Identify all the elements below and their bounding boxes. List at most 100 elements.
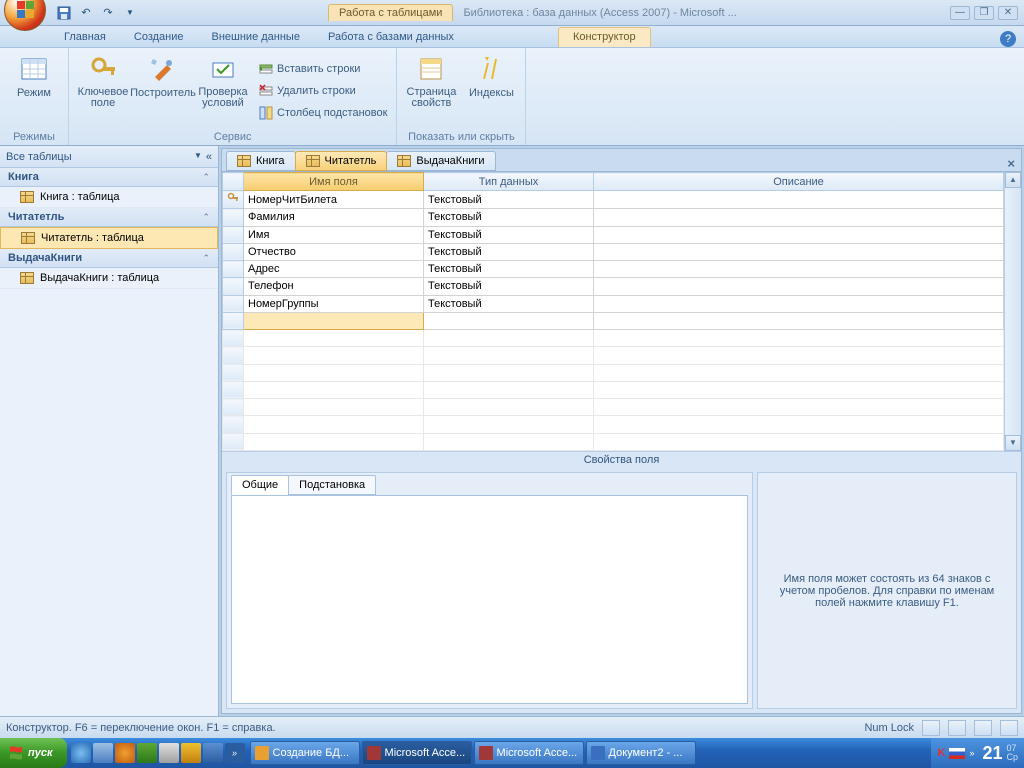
props-tab-general[interactable]: Общие bbox=[231, 475, 289, 495]
tab-database-tools[interactable]: Работа с базами данных bbox=[314, 28, 468, 47]
clock[interactable]: 21 bbox=[982, 743, 1002, 764]
cell-description[interactable] bbox=[594, 226, 1004, 243]
taskbar-item[interactable]: Создание БД... bbox=[250, 741, 360, 765]
navgroup-chitatel[interactable]: Читатетль⌃ bbox=[0, 208, 218, 227]
view-datasheet-button[interactable] bbox=[922, 720, 940, 736]
view-chart-button[interactable] bbox=[974, 720, 992, 736]
row-selector[interactable] bbox=[223, 209, 244, 226]
ql-app2-icon[interactable] bbox=[159, 743, 179, 763]
insert-rows-button[interactable]: Вставить строки bbox=[255, 58, 390, 80]
lookup-column-button[interactable]: Столбец подстановок bbox=[255, 102, 390, 124]
doc-tab-vydacha[interactable]: ВыдачаКниги bbox=[386, 151, 495, 171]
doc-tab-chitatel[interactable]: Читатетль bbox=[295, 151, 388, 171]
ql-desktop-icon[interactable] bbox=[93, 743, 113, 763]
ql-more-icon[interactable]: » bbox=[225, 743, 245, 763]
undo-icon[interactable]: ↶ bbox=[78, 5, 94, 21]
delete-rows-button[interactable]: Удалить строки bbox=[255, 80, 390, 102]
cell-data-type[interactable]: Текстовый bbox=[424, 243, 594, 260]
save-icon[interactable] bbox=[56, 5, 72, 21]
taskbar-item[interactable]: Документ2 - ... bbox=[586, 741, 696, 765]
table-row[interactable]: ИмяТекстовый bbox=[223, 226, 1004, 243]
vertical-scrollbar[interactable]: ▲ ▼ bbox=[1004, 172, 1021, 451]
props-panel[interactable] bbox=[231, 495, 748, 704]
cell-description[interactable] bbox=[594, 295, 1004, 312]
empty-row[interactable] bbox=[223, 433, 1004, 450]
row-selector[interactable] bbox=[223, 261, 244, 278]
tab-design[interactable]: Конструктор bbox=[558, 27, 651, 47]
table-row[interactable]: ФамилияТекстовый bbox=[223, 209, 1004, 226]
cell-field-name[interactable]: НомерГруппы bbox=[244, 295, 424, 312]
ql-media-icon[interactable] bbox=[115, 743, 135, 763]
scroll-down-icon[interactable]: ▼ bbox=[1005, 435, 1021, 451]
taskbar-item[interactable]: Microsoft Acce... bbox=[362, 741, 472, 765]
navpane-dropdown-icon[interactable]: ▼ bbox=[194, 151, 202, 163]
empty-row[interactable] bbox=[223, 364, 1004, 381]
close-button[interactable]: ✕ bbox=[998, 6, 1018, 20]
cell-description[interactable] bbox=[594, 278, 1004, 295]
row-selector[interactable] bbox=[223, 226, 244, 243]
cell-data-type[interactable]: Текстовый bbox=[424, 278, 594, 295]
doc-close-button[interactable]: × bbox=[1007, 156, 1015, 171]
taskbar-item[interactable]: Microsoft Acce... bbox=[474, 741, 584, 765]
tray-more-icon[interactable]: » bbox=[969, 748, 974, 758]
property-sheet-button[interactable]: Страница свойств bbox=[403, 51, 459, 131]
restore-button[interactable]: ❐ bbox=[974, 6, 994, 20]
cell-field-name[interactable]: Телефон bbox=[244, 278, 424, 295]
design-grid[interactable]: Имя поля Тип данных Описание НомерЧитБил… bbox=[222, 172, 1004, 451]
cell-description[interactable] bbox=[594, 209, 1004, 226]
cell-description[interactable] bbox=[594, 191, 1004, 209]
ql-word-icon[interactable] bbox=[203, 743, 223, 763]
table-row[interactable]: АдресТекстовый bbox=[223, 261, 1004, 278]
scroll-up-icon[interactable]: ▲ bbox=[1005, 172, 1021, 188]
test-rules-button[interactable]: Проверка условий bbox=[195, 51, 251, 131]
row-selector-header[interactable] bbox=[223, 173, 244, 191]
navpane-header[interactable]: Все таблицы ▼« bbox=[0, 146, 218, 168]
cell-field-name[interactable]: Отчество bbox=[244, 243, 424, 260]
redo-icon[interactable]: ↷ bbox=[100, 5, 116, 21]
system-tray[interactable]: K » 21 07 Ср bbox=[931, 738, 1024, 768]
minimize-button[interactable]: — bbox=[950, 6, 970, 20]
row-selector[interactable] bbox=[223, 278, 244, 295]
cell-description[interactable] bbox=[594, 261, 1004, 278]
cell-field-name[interactable]: Имя bbox=[244, 226, 424, 243]
navitem-kniga-table[interactable]: Книга : таблица bbox=[0, 187, 218, 208]
cell-data-type[interactable]: Текстовый bbox=[424, 209, 594, 226]
table-row[interactable]: НомерГруппыТекстовый bbox=[223, 295, 1004, 312]
primary-key-button[interactable]: Ключевое поле bbox=[75, 51, 131, 131]
view-design-button[interactable] bbox=[1000, 720, 1018, 736]
cell-data-type[interactable]: Текстовый bbox=[424, 261, 594, 278]
tab-create[interactable]: Создание bbox=[120, 28, 198, 47]
tab-external-data[interactable]: Внешние данные bbox=[198, 28, 314, 47]
cell-data-type[interactable]: Текстовый bbox=[424, 295, 594, 312]
cell-field-name[interactable]: НомерЧитБилета bbox=[244, 191, 424, 209]
col-description[interactable]: Описание bbox=[594, 173, 1004, 191]
navgroup-vydacha[interactable]: ВыдачаКниги⌃ bbox=[0, 249, 218, 268]
empty-row[interactable] bbox=[223, 416, 1004, 433]
cell-field-name[interactable]: Адрес bbox=[244, 261, 424, 278]
navpane-collapse-icon[interactable]: « bbox=[206, 151, 212, 163]
navitem-chitatel-table[interactable]: Читатетль : таблица bbox=[0, 227, 218, 249]
tab-home[interactable]: Главная bbox=[50, 28, 120, 47]
cell-data-type[interactable]: Текстовый bbox=[424, 191, 594, 209]
builder-button[interactable]: Построитель bbox=[135, 51, 191, 131]
help-icon[interactable]: ? bbox=[1000, 31, 1016, 47]
row-selector[interactable] bbox=[223, 243, 244, 260]
navgroup-kniga[interactable]: Книга⌃ bbox=[0, 168, 218, 187]
table-row[interactable]: ОтчествоТекстовый bbox=[223, 243, 1004, 260]
tray-lang-icon[interactable] bbox=[949, 748, 965, 759]
row-selector[interactable] bbox=[223, 295, 244, 312]
start-button[interactable]: пуск bbox=[0, 738, 67, 768]
col-field-name[interactable]: Имя поля bbox=[244, 173, 424, 191]
empty-row[interactable] bbox=[223, 381, 1004, 398]
view-button[interactable]: Режим bbox=[6, 51, 62, 131]
table-row[interactable]: ТелефонТекстовый bbox=[223, 278, 1004, 295]
indexes-button[interactable]: Индексы bbox=[463, 51, 519, 131]
navitem-vydacha-table[interactable]: ВыдачаКниги : таблица bbox=[0, 268, 218, 289]
view-pivot-button[interactable] bbox=[948, 720, 966, 736]
new-row[interactable] bbox=[223, 312, 1004, 329]
table-row[interactable]: НомерЧитБилетаТекстовый bbox=[223, 191, 1004, 209]
empty-row[interactable] bbox=[223, 347, 1004, 364]
cell-description[interactable] bbox=[594, 243, 1004, 260]
qat-dropdown-icon[interactable]: ▼ bbox=[122, 5, 138, 21]
empty-row[interactable] bbox=[223, 399, 1004, 416]
